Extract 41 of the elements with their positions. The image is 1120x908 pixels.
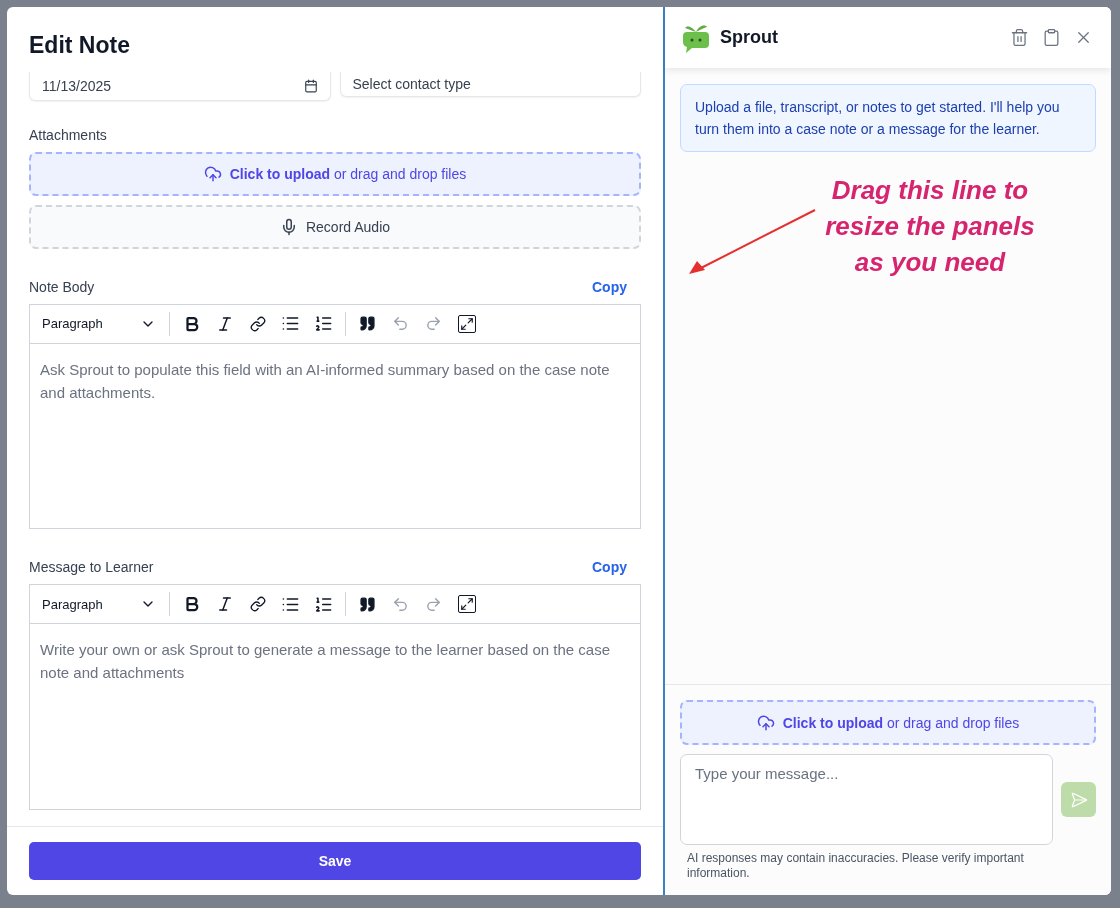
editor-placeholder: Ask Sprout to populate this field with an AI-informed summary based on the case note and attachments. xyxy=(39,359,611,403)
redo-icon xyxy=(425,315,442,333)
message-input[interactable]: Type your message... xyxy=(680,754,1053,845)
undo-icon xyxy=(392,315,409,333)
expand-icon xyxy=(457,314,476,333)
cloud-upload-icon xyxy=(756,713,775,732)
rich-text-editor[interactable]: Paragraph Ask Sprout to populate this field with an AI-informed summary based on the case note and attachments. xyxy=(29,303,641,530)
expand-icon xyxy=(457,595,476,614)
editor-placeholder: Write your own or ask Sprout to generate a message to the learner based on the case note and attachments xyxy=(39,640,612,684)
rich-text-editor[interactable]: Paragraph Write your own or ask Sprout to generate a message to the learner based on the case note and attachments xyxy=(29,584,641,810)
annotation-text: Drag this line to resize the panels as you need xyxy=(824,174,1036,279)
quote-icon xyxy=(359,315,376,333)
send-icon xyxy=(1069,790,1088,809)
dialog-title: Edit Note xyxy=(29,32,131,59)
quote-icon xyxy=(359,595,376,613)
clipboard-icon xyxy=(1042,28,1061,47)
attachments-label: Attachments xyxy=(29,127,107,143)
link-icon xyxy=(249,315,266,332)
save-button[interactable]: Save xyxy=(29,842,641,880)
assistant-name: Sprout xyxy=(720,27,779,48)
date-field[interactable]: 11/13/2025 xyxy=(29,72,331,101)
numbered-list-icon xyxy=(314,314,333,334)
format-select[interactable]: Paragraph xyxy=(42,596,162,613)
record-audio-button[interactable]: Record Audio xyxy=(29,205,641,249)
cloud-upload-icon xyxy=(203,165,222,184)
link-icon xyxy=(249,596,266,613)
numbered-list-icon xyxy=(314,594,333,614)
disclaimer-text: AI responses may contain inaccuracies. Please verify important information. xyxy=(687,851,1025,881)
calendar-icon xyxy=(303,79,318,93)
redo-icon xyxy=(425,595,442,613)
copy-button[interactable]: Copy xyxy=(592,559,627,576)
field-label: Message to Learner xyxy=(29,559,154,576)
upload-dropzone[interactable]: Click to upload or drag and drop files xyxy=(680,700,1096,745)
contact-type-select[interactable]: Select contact type xyxy=(339,72,641,97)
field-label: Note Body xyxy=(29,278,95,295)
copy-button[interactable]: Copy xyxy=(592,278,627,295)
format-select[interactable]: Paragraph xyxy=(42,315,162,332)
trash-icon xyxy=(1010,28,1029,47)
info-message: Upload a file, transcript, or notes to get started. I'll help you turn them into a case note or a message for the learner. xyxy=(680,84,1096,152)
undo-icon xyxy=(392,595,409,613)
upload-dropzone[interactable]: Click to upload or drag and drop files xyxy=(29,152,641,197)
